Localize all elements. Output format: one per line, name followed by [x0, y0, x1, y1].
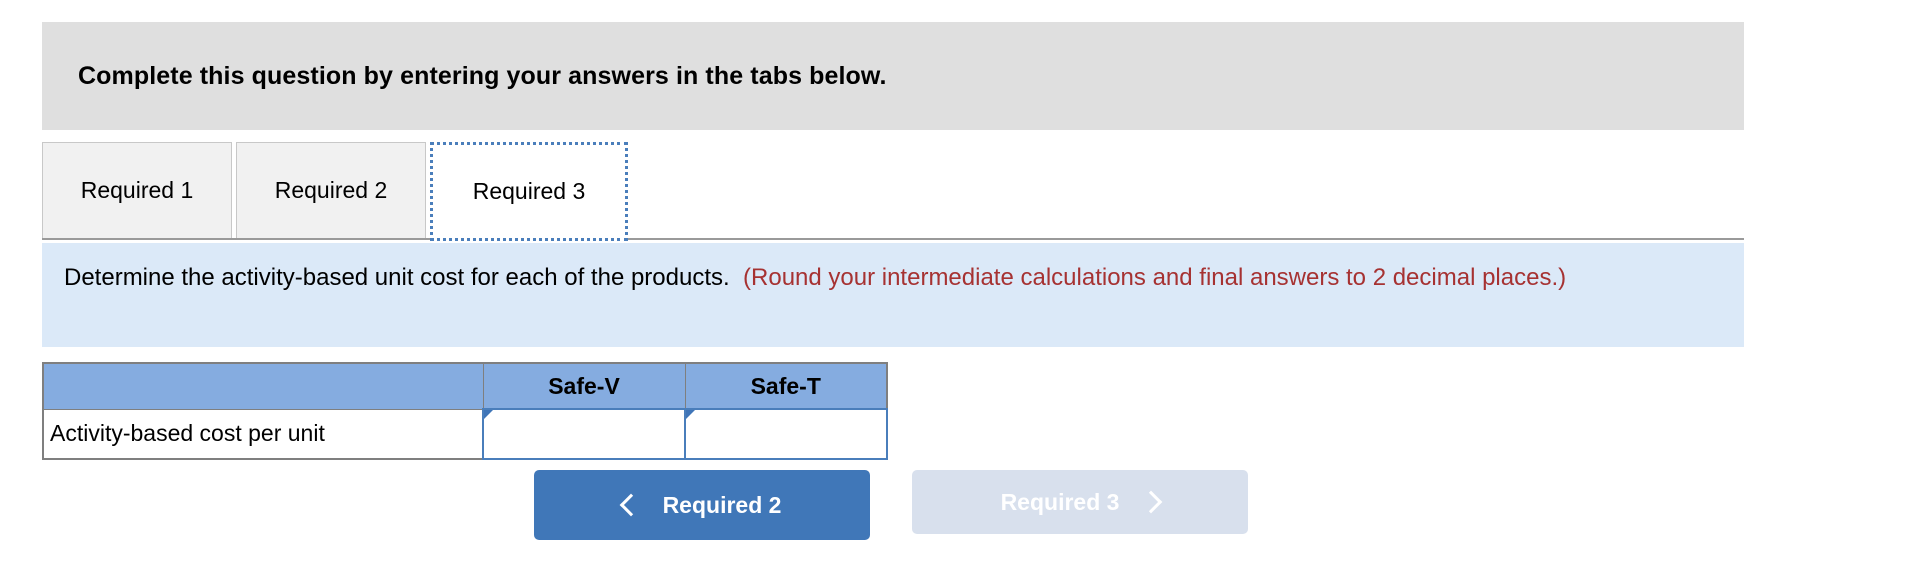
prev-button-label: Required 2 — [662, 491, 782, 518]
chevron-right-icon — [1140, 490, 1163, 514]
column-header-safe-t: Safe-T — [684, 362, 888, 410]
chevron-left-icon — [619, 493, 642, 517]
tab-strip-divider — [42, 238, 1744, 240]
tab-required-3-label: Required 3 — [472, 178, 586, 204]
next-required-3-button: Required 3 — [912, 470, 1248, 534]
tab-required-1-label: Required 1 — [80, 177, 194, 203]
tab-strip: Required 1 Required 2 Required 3 — [42, 142, 1744, 241]
answer-cell-safe-v[interactable] — [482, 408, 686, 460]
instruction-text: Determine the activity-based unit cost f… — [64, 264, 730, 291]
tab-required-1[interactable]: Required 1 — [42, 142, 232, 238]
instruction-rounding-note: (Round your intermediate calculations an… — [743, 264, 1567, 291]
tab-required-2-label: Required 2 — [274, 177, 388, 203]
prev-required-2-button[interactable]: Required 2 — [534, 470, 870, 540]
answer-table-head: Safe-V Safe-T — [42, 362, 888, 410]
answer-table-header-row: Safe-V Safe-T — [42, 362, 888, 410]
answer-table-body: Activity-based cost per unit — [42, 408, 888, 460]
column-header-safe-v: Safe-V — [482, 362, 686, 410]
tab-required-2[interactable]: Required 2 — [236, 142, 426, 238]
tab-required-3[interactable]: Required 3 — [430, 142, 628, 241]
column-header-blank — [42, 362, 484, 410]
question-header-band: Complete this question by entering your … — [42, 22, 1744, 130]
answer-cell-safe-t[interactable] — [684, 408, 888, 460]
instruction-spacer — [736, 264, 743, 291]
row-label-activity-based-cost-per-unit: Activity-based cost per unit — [42, 408, 484, 460]
next-button-label: Required 3 — [1000, 488, 1120, 515]
table-row: Activity-based cost per unit — [42, 408, 888, 460]
page-title: Complete this question by entering your … — [78, 61, 887, 90]
answer-input-safe-v[interactable] — [486, 412, 682, 456]
answer-table: Safe-V Safe-T Activity-based cost per un… — [42, 362, 888, 460]
instruction-band: Determine the activity-based unit cost f… — [42, 243, 1744, 347]
answer-input-safe-t[interactable] — [688, 412, 884, 456]
tab-navigation-bar: Required 2 Required 3 — [534, 470, 1248, 540]
